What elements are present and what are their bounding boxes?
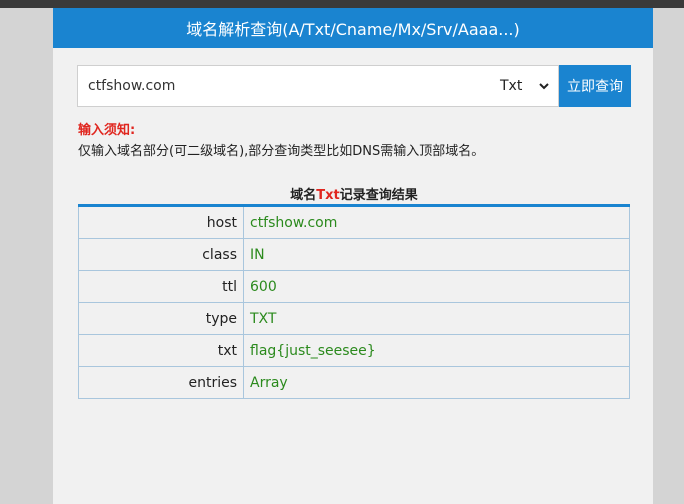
- row-value: TXT: [243, 302, 630, 335]
- table-row: ttl 600: [78, 270, 630, 303]
- domain-input[interactable]: [78, 66, 490, 106]
- row-value: IN: [243, 238, 630, 271]
- notice-text: 仅输入域名部分(可二级域名),部分查询类型比如DNS需输入顶部域名。: [78, 144, 485, 159]
- result-title: 域名Txt记录查询结果: [78, 184, 630, 203]
- dns-query-panel: 域名解析查询(A/Txt/Cname/Mx/Srv/Aaaa...) Txt 立…: [53, 8, 653, 504]
- table-row: host ctfshow.com: [78, 205, 630, 239]
- result-title-prefix: 域名: [290, 188, 317, 203]
- panel-header: 域名解析查询(A/Txt/Cname/Mx/Srv/Aaaa...): [53, 8, 653, 48]
- row-key: host: [78, 205, 244, 239]
- row-key: ttl: [78, 270, 244, 303]
- row-value: flag{just_seesee}: [243, 334, 630, 367]
- row-value: 600: [243, 270, 630, 303]
- row-key: txt: [78, 334, 244, 367]
- row-value: ctfshow.com: [243, 205, 630, 239]
- chevron-down-icon: [539, 83, 549, 90]
- query-button[interactable]: 立即查询: [559, 65, 631, 107]
- query-button-label: 立即查询: [567, 79, 623, 95]
- search-box: Txt: [77, 65, 559, 107]
- row-value: Array: [243, 366, 630, 399]
- search-row: Txt 立即查询: [77, 65, 631, 107]
- table-row: entries Array: [78, 366, 630, 399]
- result-title-type: Txt: [316, 188, 340, 203]
- table-row: type TXT: [78, 302, 630, 335]
- result-table: host ctfshow.com class IN ttl 600 type T…: [78, 204, 630, 399]
- table-row: class IN: [78, 238, 630, 271]
- result-title-suffix: 记录查询结果: [339, 188, 418, 203]
- row-key: class: [78, 238, 244, 271]
- window-top-bar: [0, 0, 684, 8]
- row-key: entries: [78, 366, 244, 399]
- record-type-select[interactable]: Txt: [490, 67, 556, 105]
- row-key: type: [78, 302, 244, 335]
- notice-title: 输入须知:: [78, 123, 136, 138]
- page-title: 域名解析查询(A/Txt/Cname/Mx/Srv/Aaaa...): [186, 20, 520, 39]
- record-type-selected: Txt: [500, 78, 523, 94]
- table-row: txt flag{just_seesee}: [78, 334, 630, 367]
